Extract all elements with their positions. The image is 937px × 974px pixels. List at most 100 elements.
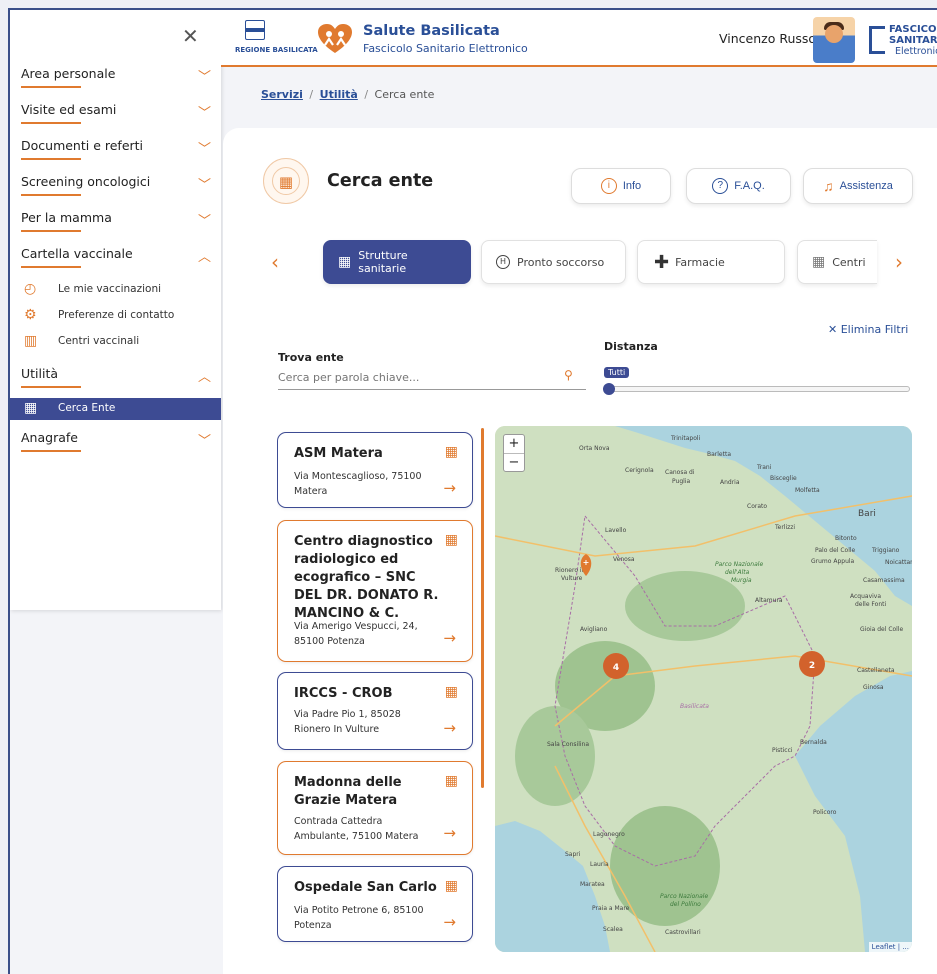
sidebar-item-utilita[interactable]: Utilità ︿ bbox=[10, 362, 221, 398]
sidebar-item-anagrafe[interactable]: Anagrafe ﹀ bbox=[10, 426, 221, 462]
arrow-right-icon[interactable]: → bbox=[443, 479, 456, 497]
sidebar-item-documenti[interactable]: Documenti e referti ﹀ bbox=[10, 134, 221, 170]
building-icon: ▦ bbox=[444, 532, 458, 548]
avatar[interactable] bbox=[813, 17, 855, 63]
arrow-right-icon[interactable]: → bbox=[443, 824, 456, 842]
list-scrollbar[interactable] bbox=[481, 428, 484, 788]
distance-label: Distanza bbox=[604, 340, 658, 353]
svg-text:Bari: Bari bbox=[858, 509, 876, 519]
svg-text:Vulture: Vulture bbox=[561, 575, 583, 582]
chevron-down-icon: ﹀ bbox=[197, 434, 211, 449]
building-icon: ▦ bbox=[444, 684, 458, 700]
info-button[interactable]: i Info bbox=[571, 168, 671, 204]
svg-text:Trani: Trani bbox=[756, 464, 772, 471]
zoom-in-button[interactable]: + bbox=[504, 435, 524, 453]
svg-text:Triggiano: Triggiano bbox=[871, 547, 900, 554]
breadcrumb: Servizi / Utilità / Cerca ente bbox=[261, 88, 434, 101]
svg-text:2: 2 bbox=[809, 661, 815, 671]
arrow-right-icon[interactable]: → bbox=[443, 719, 456, 737]
gear-icon: ⚙ bbox=[24, 307, 37, 323]
close-icon[interactable]: ✕ bbox=[182, 26, 199, 46]
entity-card[interactable]: IRCCS - CROB ▦ Via Padre Pio 1, 85028 Ri… bbox=[277, 672, 473, 750]
svg-text:Bernalda: Bernalda bbox=[800, 739, 827, 746]
distance-slider-handle[interactable] bbox=[603, 383, 615, 395]
sidebar-subitem-cerca-ente[interactable]: ▦ Cerca Ente bbox=[10, 398, 221, 420]
svg-text:Policoro: Policoro bbox=[813, 809, 837, 816]
find-label: Trova ente bbox=[278, 351, 344, 364]
breadcrumb-link-servizi[interactable]: Servizi bbox=[261, 88, 303, 101]
sidebar-item-visite[interactable]: Visite ed esami ﹀ bbox=[10, 98, 221, 134]
faq-button[interactable]: ? F.A.Q. bbox=[686, 168, 791, 204]
svg-text:Basilicata: Basilicata bbox=[680, 703, 709, 710]
svg-text:Grumo Appula: Grumo Appula bbox=[811, 558, 855, 565]
map-attribution[interactable]: Leaflet | ... bbox=[868, 942, 912, 952]
svg-text:Molfetta: Molfetta bbox=[795, 487, 820, 494]
svg-text:Murgia: Murgia bbox=[731, 577, 752, 584]
tab-centri[interactable]: ▦ Centri bbox=[797, 240, 877, 284]
building-icon: ▦ bbox=[24, 400, 38, 416]
breadcrumb-separator: / bbox=[364, 88, 369, 101]
chevron-right-icon[interactable]: › bbox=[895, 250, 903, 274]
tab-pronto-soccorso[interactable]: H Pronto soccorso bbox=[481, 240, 626, 284]
entity-list: ASM Matera ▦ Via Montescaglioso, 75100 M… bbox=[277, 428, 483, 954]
svg-text:Pisticci: Pisticci bbox=[772, 747, 793, 754]
arrow-right-icon[interactable]: → bbox=[443, 913, 456, 931]
svg-text:+: + bbox=[583, 558, 590, 567]
svg-text:Parco Nazionale: Parco Nazionale bbox=[715, 561, 763, 568]
page-icon: ▦ bbox=[263, 158, 309, 204]
sidebar: ✕ Area personale ﹀ Visite ed esami ﹀ Doc… bbox=[10, 10, 221, 610]
svg-text:Lauria: Lauria bbox=[590, 861, 609, 868]
distance-slider[interactable] bbox=[609, 386, 910, 392]
fse-mark-icon bbox=[869, 26, 885, 54]
sidebar-item-label: Screening oncologici bbox=[21, 174, 151, 189]
region-logo[interactable]: REGIONE BASILICATA bbox=[235, 20, 318, 54]
search-input[interactable] bbox=[278, 366, 586, 390]
app-subtitle: Fascicolo Sanitario Elettronico bbox=[363, 42, 528, 55]
tab-strutture-sanitarie[interactable]: ▦ Strutture sanitarie bbox=[323, 240, 471, 284]
tab-farmacie[interactable]: ✚ Farmacie bbox=[637, 240, 785, 284]
sidebar-item-cartella-vaccinale[interactable]: Cartella vaccinale ︿ bbox=[10, 242, 221, 278]
sidebar-subitem-preferenze[interactable]: ⚙ Preferenze di contatto bbox=[10, 304, 221, 330]
entity-address: Via Montescaglioso, 75100 Matera bbox=[294, 471, 422, 497]
region-crest-icon bbox=[245, 20, 265, 40]
heart-logo-icon bbox=[318, 24, 352, 53]
page-title: Cerca ente bbox=[327, 171, 434, 191]
entity-card[interactable]: Madonna delle Grazie Matera ▦ Contrada C… bbox=[277, 761, 473, 855]
sidebar-item-mamma[interactable]: Per la mamma ﹀ bbox=[10, 206, 221, 242]
zoom-out-button[interactable]: − bbox=[504, 453, 524, 471]
arrow-right-icon[interactable]: → bbox=[443, 629, 456, 647]
sidebar-item-screening[interactable]: Screening oncologici ﹀ bbox=[10, 170, 221, 206]
syringe-icon: ◴ bbox=[24, 281, 37, 297]
building-icon: ▦ bbox=[444, 773, 458, 789]
svg-text:Parco Nazionale: Parco Nazionale bbox=[660, 893, 708, 900]
map-zoom-controls: + − bbox=[503, 434, 525, 472]
chevron-left-icon[interactable]: ‹ bbox=[271, 250, 279, 274]
chevron-down-icon: ﹀ bbox=[197, 142, 211, 157]
entity-card[interactable]: Ospedale San Carlo ▦ Via Potito Petrone … bbox=[277, 866, 473, 942]
svg-text:Rionero in: Rionero in bbox=[555, 567, 586, 574]
user-name[interactable]: Vincenzo Russo bbox=[719, 31, 816, 46]
svg-text:Venosa: Venosa bbox=[613, 556, 635, 563]
search-icon[interactable]: ⚲ bbox=[564, 368, 573, 382]
assistance-button[interactable]: ♫ Assistenza bbox=[803, 168, 913, 204]
svg-text:Ginosa: Ginosa bbox=[863, 684, 884, 691]
sidebar-subitem-centri[interactable]: ▥ Centri vaccinali bbox=[10, 330, 221, 356]
sidebar-item-area-personale[interactable]: Area personale ﹀ bbox=[10, 62, 221, 98]
clear-filters-link[interactable]: ✕ Elimina Filtri bbox=[828, 323, 908, 336]
entity-address: Via Amerigo Vespucci, 24, 85100 Potenza bbox=[294, 621, 418, 647]
hospital-icon: H bbox=[496, 255, 510, 269]
breadcrumb-separator: / bbox=[309, 88, 314, 101]
breadcrumb-link-utilita[interactable]: Utilità bbox=[320, 88, 358, 101]
svg-text:Andria: Andria bbox=[720, 479, 740, 486]
svg-text:Sala Consilina: Sala Consilina bbox=[547, 741, 589, 748]
svg-text:Corato: Corato bbox=[747, 503, 767, 510]
svg-text:Maratea: Maratea bbox=[580, 881, 605, 888]
entity-card[interactable]: ASM Matera ▦ Via Montescaglioso, 75100 M… bbox=[277, 432, 473, 508]
entity-card[interactable]: Centro diagnostico radiologico ed ecogra… bbox=[277, 520, 473, 662]
svg-text:Acquaviva: Acquaviva bbox=[850, 593, 881, 600]
svg-text:Palo del Colle: Palo del Colle bbox=[815, 547, 856, 554]
svg-text:Castrovillari: Castrovillari bbox=[665, 929, 701, 936]
entity-name: Centro diagnostico radiologico ed ecogra… bbox=[294, 534, 439, 621]
sidebar-subitem-vaccinazioni[interactable]: ◴ Le mie vaccinazioni bbox=[10, 278, 221, 304]
map[interactable]: Orta Nova Trinitapoli Barletta Trani Cer… bbox=[495, 426, 912, 952]
